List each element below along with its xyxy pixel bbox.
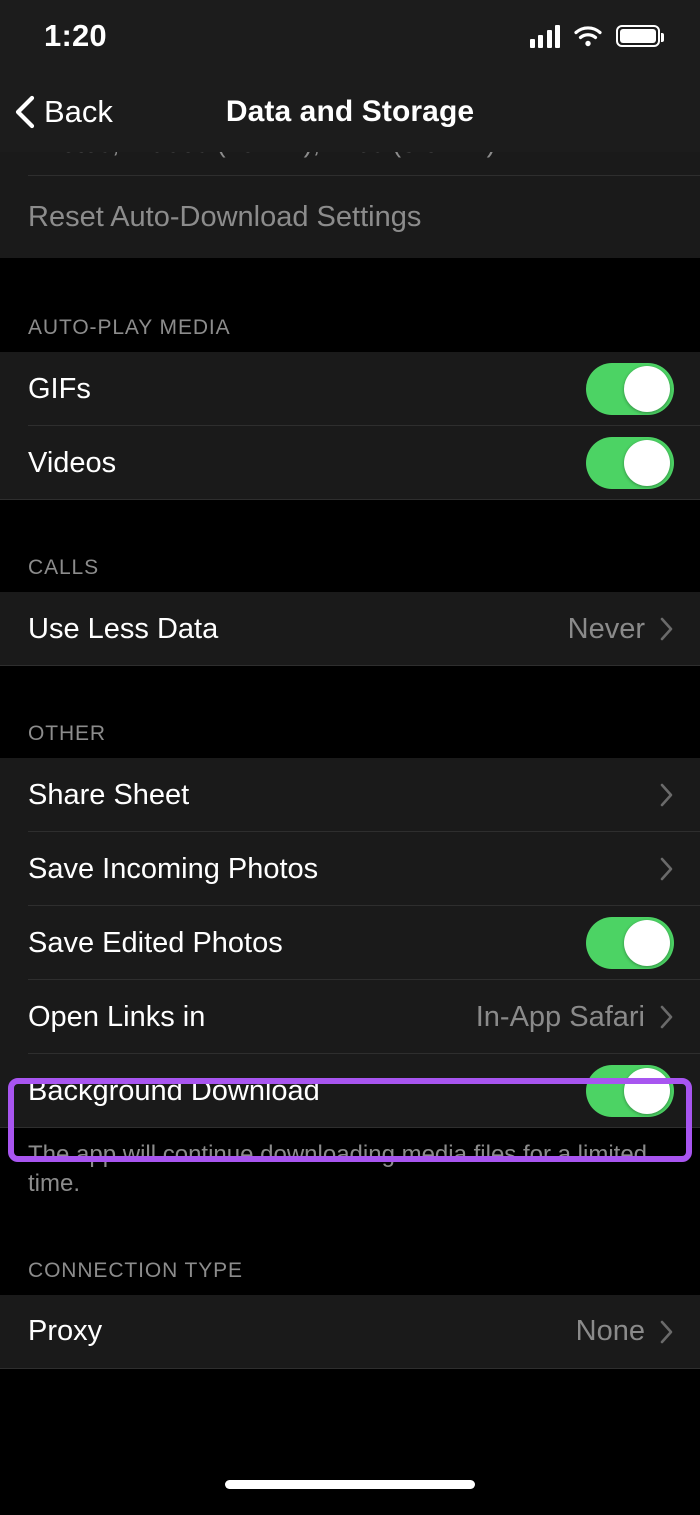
row-value-use-less-data: Never: [567, 612, 645, 645]
auto-download-group: Photos, Videos (15 MB), Files (3.0 MB) R…: [0, 152, 700, 258]
row-value-proxy: None: [575, 1315, 645, 1348]
row-proxy[interactable]: Proxy None: [0, 1294, 700, 1369]
section-gap: [0, 258, 700, 290]
section-header-connection-type: CONNECTION TYPE: [0, 1232, 700, 1295]
home-indicator: [225, 1480, 475, 1489]
toggle-save-edited-photos[interactable]: [586, 917, 674, 969]
status-bar: 1:20: [0, 0, 700, 72]
battery-icon: [616, 25, 664, 47]
chevron-left-icon: [14, 95, 36, 129]
chevron-right-icon: [659, 1319, 674, 1345]
row-share-sheet[interactable]: Share Sheet: [0, 758, 700, 832]
row-title-videos: Videos: [28, 446, 117, 479]
row-save-edited-photos[interactable]: Save Edited Photos: [0, 906, 700, 980]
row-title-proxy: Proxy: [28, 1315, 103, 1348]
row-reset-auto-download[interactable]: Reset Auto-Download Settings: [0, 176, 700, 258]
autoplay-media-group: GIFs Videos: [0, 352, 700, 500]
row-title-save-incoming-photos: Save Incoming Photos: [28, 852, 319, 885]
row-value-open-links-in: In-App Safari: [475, 1000, 645, 1033]
chevron-right-icon: [659, 616, 674, 642]
section-header-calls-label: CALLS: [0, 530, 700, 592]
section-header-other-label: OTHER: [0, 696, 700, 758]
calls-group: Use Less Data Never: [0, 592, 700, 666]
connection-type-group: Proxy None: [0, 1294, 700, 1369]
section-header-calls: CALLS: [0, 530, 700, 592]
section-gap: [0, 500, 700, 530]
status-bar-clock: 1:20: [44, 18, 107, 53]
back-button-label: Back: [44, 94, 113, 129]
row-title-share-sheet: Share Sheet: [28, 778, 190, 811]
toggle-gifs[interactable]: [586, 363, 674, 415]
row-use-less-data[interactable]: Use Less Data Never: [0, 592, 700, 666]
navigation-bar: Back Data and Storage: [0, 72, 700, 152]
chevron-right-icon: [659, 782, 674, 808]
row-title-save-edited-photos: Save Edited Photos: [28, 926, 283, 959]
toggle-videos[interactable]: [586, 437, 674, 489]
clipped-detail-row: Photos, Videos (15 MB), Files (3.0 MB): [0, 152, 700, 176]
section-header-other: OTHER: [0, 696, 700, 758]
row-title-background-download: Background Download: [28, 1074, 320, 1107]
section-header-autoplay-media-label: AUTO-PLAY MEDIA: [0, 290, 700, 352]
other-group: Share Sheet Save Incoming Photos Save Ed…: [0, 758, 700, 1128]
phone-screen: 1:20 Back Data and Storage Reset Auto-Do…: [0, 0, 700, 1515]
section-gap: [0, 1198, 700, 1233]
status-bar-icons: [529, 24, 664, 48]
back-button[interactable]: Back: [14, 94, 113, 130]
row-title-open-links-in: Open Links in: [28, 1000, 206, 1033]
clipped-detail-text: Photos, Videos (15 MB), Files (3.0 MB): [28, 152, 674, 156]
row-gifs[interactable]: GIFs: [0, 352, 700, 426]
row-title-reset-auto-download: Reset Auto-Download Settings: [28, 200, 422, 233]
row-save-incoming-photos[interactable]: Save Incoming Photos: [0, 832, 700, 906]
chevron-right-icon: [659, 856, 674, 882]
background-download-footer-note: The app will continue downloading media …: [0, 1128, 700, 1199]
section-header-connection-type-label: CONNECTION TYPE: [0, 1232, 700, 1295]
wifi-icon: [574, 25, 602, 47]
cellular-signal-icon: [529, 24, 560, 48]
toggle-background-download[interactable]: [586, 1065, 674, 1117]
row-title-gifs: GIFs: [28, 372, 91, 405]
chevron-right-icon: [659, 1004, 674, 1030]
row-open-links-in[interactable]: Open Links in In-App Safari: [0, 980, 700, 1054]
row-title-use-less-data: Use Less Data: [28, 612, 219, 645]
section-gap: [0, 666, 700, 696]
row-videos[interactable]: Videos: [0, 426, 700, 500]
section-header-autoplay-media: AUTO-PLAY MEDIA: [0, 290, 700, 352]
row-background-download[interactable]: Background Download: [0, 1054, 700, 1128]
settings-list[interactable]: Photos, Videos (15 MB), Files (3.0 MB) R…: [0, 152, 700, 1515]
